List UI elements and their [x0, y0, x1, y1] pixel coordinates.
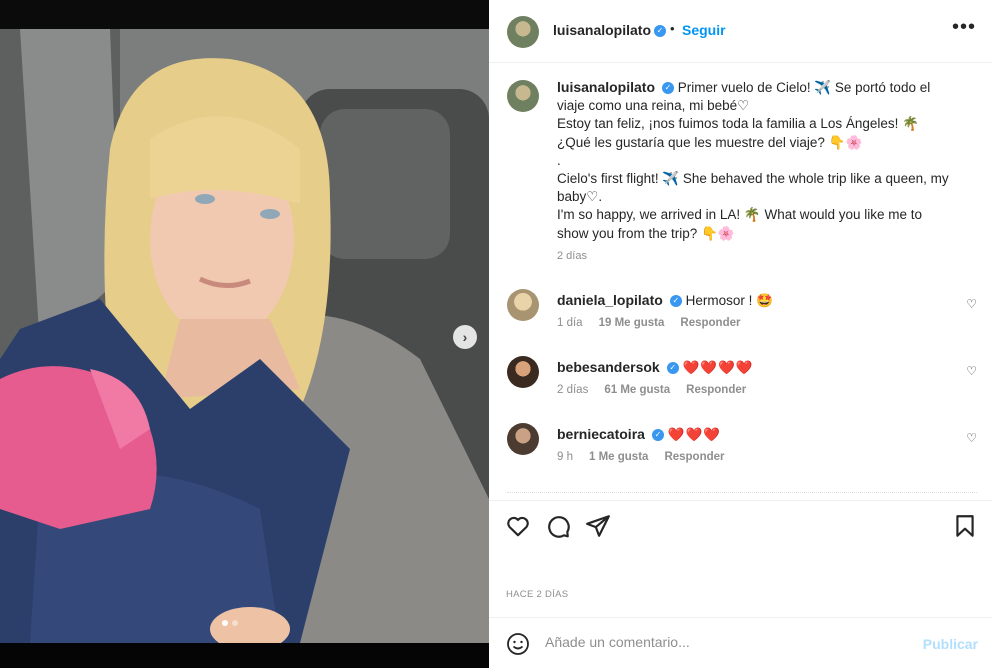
- comment-meta: 1 día 19 Me gusta Responder: [557, 317, 740, 329]
- commenter-username[interactable]: berniecatoira: [557, 426, 645, 442]
- carousel-dot-active: [222, 620, 228, 626]
- comment-time[interactable]: 2 días: [557, 384, 588, 396]
- comment-item: bebesandersok ✓ ❤️❤️❤️❤️ 2 días 61 Me gus…: [507, 356, 977, 406]
- publish-button[interactable]: Publicar: [923, 636, 978, 652]
- post-header: luisanalopilato ✓ • Seguir •••: [489, 0, 992, 63]
- verified-badge-icon: ✓: [651, 429, 664, 442]
- caption-line: I'm so happy, we arrived in LA! 🌴 What w…: [557, 207, 923, 241]
- media-bottom-bar: [0, 643, 489, 668]
- commenter-username[interactable]: bebesandersok: [557, 359, 660, 375]
- comment-like-heart-icon[interactable]: ♡: [966, 297, 977, 311]
- comment-body: ❤️❤️❤️: [667, 427, 722, 442]
- comment-text: bebesandersok ✓ ❤️❤️❤️❤️: [557, 359, 754, 376]
- instagram-post-view: › luisanalopilato ✓ • Seguir ••• luisanal…: [0, 0, 992, 668]
- more-options-icon[interactable]: •••: [952, 16, 976, 39]
- post-actions: HACE 2 DÍAS: [489, 500, 992, 617]
- caption-text: luisanalopilato ✓ Primer vuelo de Cielo! …: [557, 78, 957, 243]
- follow-button[interactable]: Seguir: [682, 22, 726, 38]
- chevron-right-icon: ›: [462, 329, 468, 345]
- author-avatar[interactable]: [507, 16, 539, 48]
- verified-badge-icon: ✓: [662, 82, 675, 95]
- paper-plane-icon[interactable]: [585, 513, 611, 539]
- comment-text: daniela_lopilato ✓ Hermosor ! 🤩: [557, 292, 773, 309]
- carousel-indicator: [222, 620, 238, 626]
- verified-badge-icon: ✓: [669, 295, 682, 308]
- commenter-avatar[interactable]: [507, 423, 539, 455]
- comment-time[interactable]: 9 h: [557, 451, 573, 463]
- comment-like-heart-icon[interactable]: ♡: [966, 364, 977, 378]
- comment-item: daniela_lopilato ✓ Hermosor ! 🤩 1 día 19 …: [507, 289, 977, 339]
- add-comment-bar: Publicar: [489, 617, 992, 668]
- comment-text: berniecatoira ✓ ❤️❤️❤️: [557, 426, 721, 443]
- comment-meta: 2 días 61 Me gusta Responder: [557, 384, 746, 396]
- comment-body: ❤️❤️❤️❤️: [682, 360, 754, 375]
- caption-username[interactable]: luisanalopilato: [557, 79, 655, 95]
- commenter-avatar[interactable]: [507, 356, 539, 388]
- post-photo[interactable]: [0, 29, 489, 643]
- post-media: ›: [0, 0, 489, 668]
- comments-list[interactable]: luisanalopilato ✓ Primer vuelo de Cielo! …: [489, 64, 992, 500]
- comment-body: Hermosor ! 🤩: [685, 293, 773, 308]
- post-date[interactable]: HACE 2 DÍAS: [506, 589, 568, 600]
- heart-icon[interactable]: [505, 513, 531, 539]
- caption-line: Estoy tan feliz, ¡nos fuimos toda la fam…: [557, 116, 919, 132]
- reply-button[interactable]: Responder: [686, 384, 746, 396]
- comment-icon[interactable]: [545, 513, 571, 539]
- emoji-icon[interactable]: [506, 632, 530, 656]
- reply-button[interactable]: Responder: [680, 317, 740, 329]
- caption-line: ¿Qué les gustaría que les muestre del vi…: [557, 134, 863, 150]
- comment-item: berniecatoira ✓ ❤️❤️❤️ 9 h 1 Me gusta Res…: [507, 423, 977, 473]
- comment-likes[interactable]: 61 Me gusta: [604, 384, 670, 396]
- verified-badge-icon: ✓: [666, 362, 679, 375]
- comment-meta: 9 h 1 Me gusta Responder: [557, 451, 725, 463]
- caption-line: Cielo's first flight! ✈️ She behaved the…: [557, 171, 949, 205]
- comment-time[interactable]: 1 día: [557, 317, 583, 329]
- commenter-username[interactable]: daniela_lopilato: [557, 292, 663, 308]
- reply-button[interactable]: Responder: [664, 451, 724, 463]
- caption-timestamp[interactable]: 2 días: [557, 250, 587, 262]
- next-media-button[interactable]: ›: [453, 325, 477, 349]
- commenter-avatar[interactable]: [507, 289, 539, 321]
- bookmark-icon[interactable]: [952, 513, 978, 539]
- caption-line: .: [557, 152, 561, 168]
- verified-badge-icon: ✓: [654, 25, 667, 38]
- comment-likes[interactable]: 19 Me gusta: [599, 317, 665, 329]
- caption-avatar[interactable]: [507, 80, 539, 112]
- header-separator: •: [670, 21, 675, 36]
- carousel-dot: [232, 620, 238, 626]
- comment-likes[interactable]: 1 Me gusta: [589, 451, 648, 463]
- selfie-illustration: [0, 29, 489, 643]
- comment-input[interactable]: [545, 634, 905, 650]
- next-comment-partial: [507, 492, 977, 500]
- media-top-bar: [0, 0, 489, 29]
- post-side-panel: luisanalopilato ✓ • Seguir ••• luisanalop…: [489, 0, 992, 668]
- author-username-row[interactable]: luisanalopilato ✓: [553, 22, 667, 38]
- comment-like-heart-icon[interactable]: ♡: [966, 431, 977, 445]
- author-username[interactable]: luisanalopilato: [553, 22, 651, 38]
